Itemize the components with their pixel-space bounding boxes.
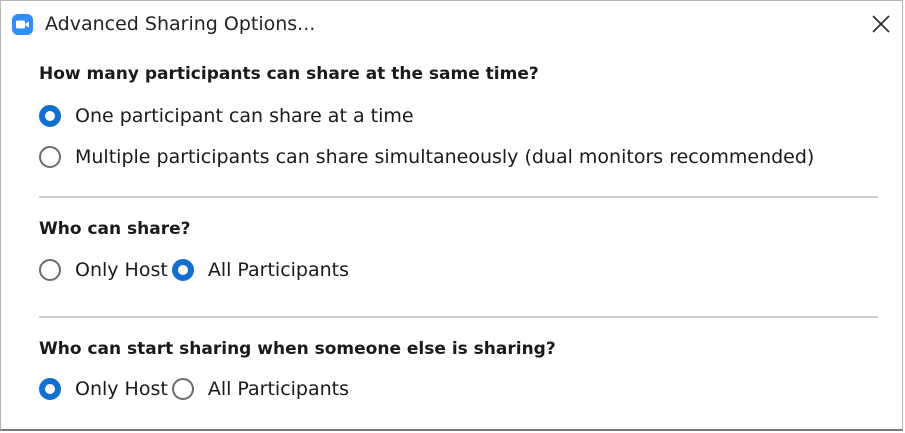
radio-label: Only Host — [75, 378, 168, 400]
radio-label: All Participants — [207, 259, 350, 281]
radio-button[interactable] — [39, 105, 61, 127]
advanced-sharing-dialog: Advanced Sharing Options... How many par… — [0, 0, 903, 431]
radio-option-one-participant[interactable]: One participant can share at a time — [39, 103, 414, 129]
radio-row-share-count-2: Multiple participants can share simultan… — [39, 144, 818, 170]
title-bar: Advanced Sharing Options... — [1, 1, 902, 45]
close-icon — [872, 15, 890, 33]
question-who-can-share: Who can share? — [39, 219, 191, 239]
radio-option-all-participants[interactable]: All Participants — [171, 257, 350, 283]
radio-option-only-host[interactable]: Only Host — [39, 257, 168, 283]
question-share-count: How many participants can share at the s… — [39, 64, 539, 84]
divider — [39, 316, 878, 318]
divider — [39, 196, 878, 198]
section-who-can-share: Who can share? Only Host All Participant… — [39, 218, 878, 298]
radio-row-start-sharing: Only Host All Participants — [39, 376, 353, 402]
radio-option-all-participants[interactable]: All Participants — [171, 376, 350, 402]
radio-label: One participant can share at a time — [75, 105, 414, 127]
radio-option-only-host[interactable]: Only Host — [39, 376, 168, 402]
radio-button[interactable] — [171, 378, 194, 400]
radio-label: Multiple participants can share simultan… — [75, 146, 815, 168]
radio-label: Only Host — [75, 259, 168, 281]
radio-button[interactable] — [171, 259, 194, 281]
section-start-sharing: Who can start sharing when someone else … — [39, 338, 878, 418]
radio-row-who-can-share: Only Host All Participants — [39, 257, 353, 283]
radio-button[interactable] — [39, 378, 61, 400]
radio-button[interactable] — [39, 259, 61, 281]
radio-label: All Participants — [207, 378, 350, 400]
close-button[interactable] — [864, 7, 898, 41]
radio-row-share-count-1: One participant can share at a time — [39, 103, 418, 129]
zoom-app-icon — [12, 14, 33, 35]
radio-button[interactable] — [39, 146, 61, 168]
question-start-sharing: Who can start sharing when someone else … — [39, 339, 556, 359]
window-title: Advanced Sharing Options... — [45, 13, 316, 35]
section-share-count: How many participants can share at the s… — [39, 63, 878, 193]
radio-option-multiple-participants[interactable]: Multiple participants can share simultan… — [39, 144, 814, 170]
